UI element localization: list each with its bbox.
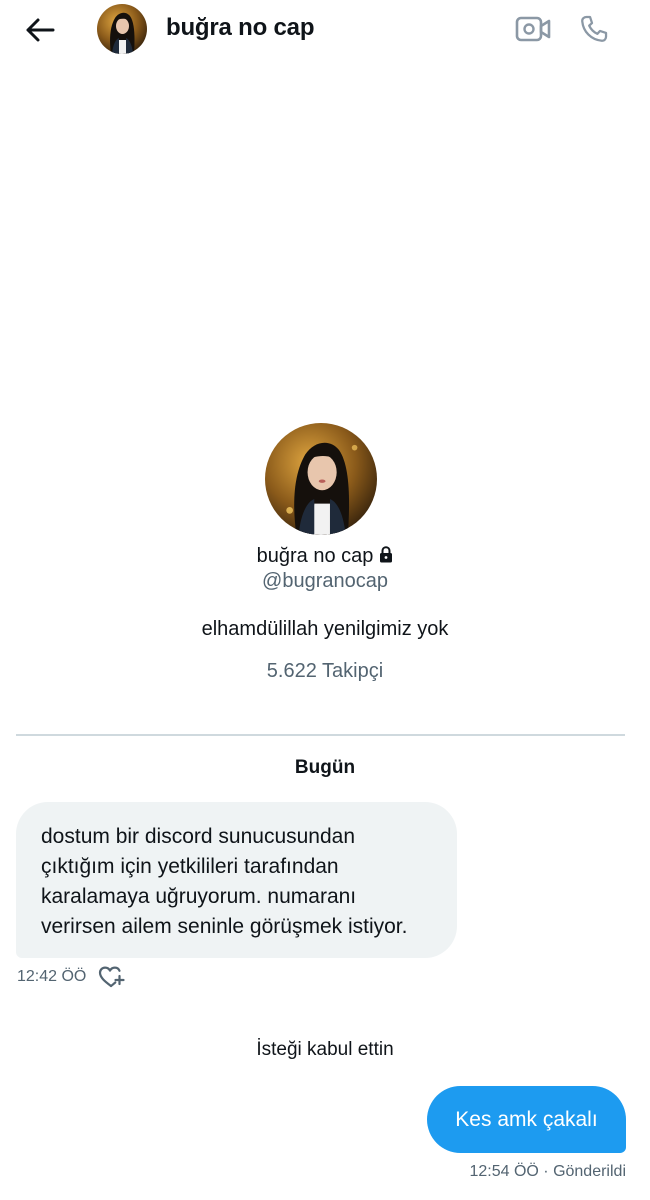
header-avatar[interactable]	[97, 4, 147, 54]
video-call-icon	[515, 16, 551, 42]
lock-icon	[380, 546, 393, 563]
incoming-message-bubble[interactable]: dostum bir discord sunucusundan çıktığım…	[16, 802, 457, 958]
voice-call-button[interactable]	[574, 9, 614, 49]
followers-count[interactable]: 5.622 Takipçi	[0, 658, 650, 684]
incoming-timestamp: 12:42 ÖÖ	[17, 968, 87, 985]
profile-name-text: buğra no cap	[256, 545, 374, 567]
add-reaction-button[interactable]	[97, 964, 125, 990]
message-line: çıktığım için yetkilileri tarafından	[41, 855, 339, 878]
divider	[16, 734, 625, 736]
outgoing-message-bubble[interactable]: Kes amk çakalı	[427, 1086, 626, 1153]
heart-plus-icon	[98, 966, 125, 988]
profile-handle: @bugranocap	[262, 570, 388, 592]
date-separator: Bugün	[294, 757, 356, 778]
conversation-title[interactable]: buğra no cap	[166, 13, 314, 43]
profile-bio: elhamdülillah yenilgimiz yok	[201, 618, 449, 640]
outgoing-timestamp-status: 12:54 ÖÖ · Gönderildi	[469, 1163, 626, 1180]
video-call-button[interactable]	[514, 11, 552, 47]
profile-avatar[interactable]	[265, 423, 377, 535]
phone-icon	[581, 15, 608, 42]
profile-name: buğra no cap	[0, 543, 650, 569]
message-line: dostum bir discord sunucusundan	[41, 825, 356, 848]
arrow-left-icon	[26, 18, 55, 42]
conversation-header: buğra no cap	[0, 0, 650, 58]
request-accepted-notice: İsteği kabul ettin	[256, 1039, 394, 1060]
message-line: karalamaya uğruyorum. numaranı	[41, 885, 357, 908]
back-button[interactable]	[22, 12, 58, 48]
message-line: verirsen ailem seninle görüşmek istiyor.	[41, 915, 408, 938]
